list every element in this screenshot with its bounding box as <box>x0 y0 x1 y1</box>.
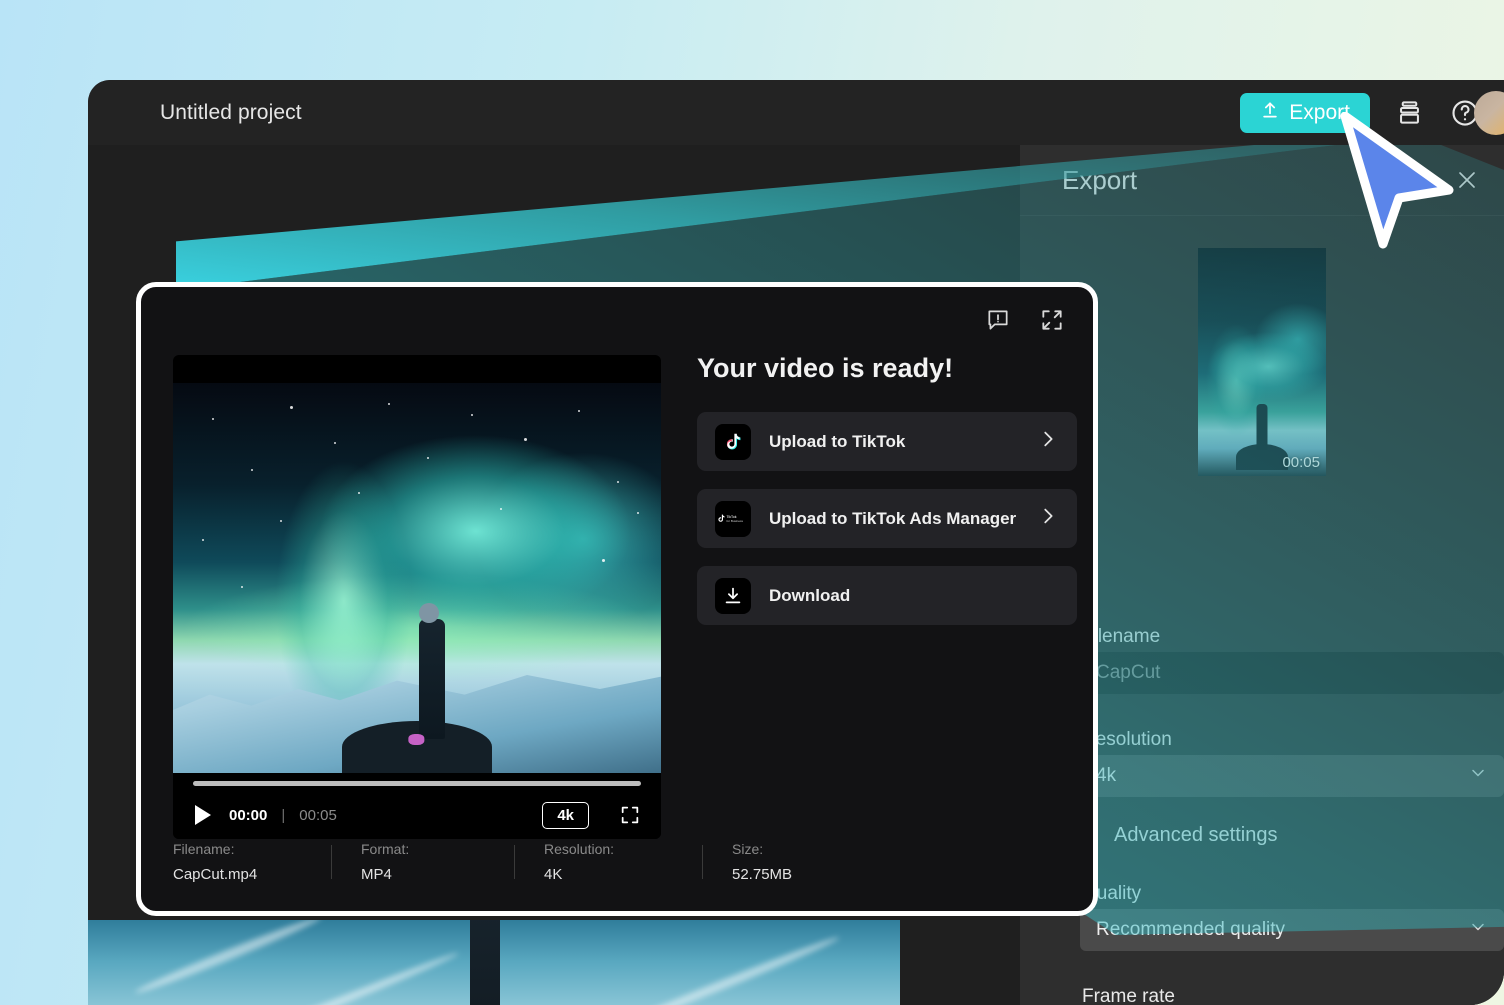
modal-heading: Your video is ready! <box>697 353 1077 384</box>
meta-key: Resolution: <box>544 841 674 857</box>
meta-resolution: Resolution: 4K <box>514 841 702 883</box>
meta-size: Size: 52.75MB <box>702 841 820 883</box>
app-window: Select track to make adjustments Export <box>88 80 1504 1005</box>
modal-top-icons <box>985 307 1065 333</box>
video-player[interactable]: 00:00 | 00:05 4k <box>173 355 661 839</box>
meta-value: 52.75MB <box>732 866 792 883</box>
feedback-icon[interactable] <box>985 307 1011 333</box>
action-label: Download <box>769 586 850 606</box>
video-ready-modal: 00:00 | 00:05 4k Your video is ready! <box>136 282 1098 916</box>
quality-value: Recommended quality <box>1096 919 1285 941</box>
video-frame <box>173 383 661 773</box>
meta-format: Format: MP4 <box>331 841 514 883</box>
upload-icon <box>1260 100 1280 126</box>
tiktok-ads-icon: TikTok for Business <box>715 501 751 537</box>
close-icon[interactable] <box>1450 163 1484 197</box>
svg-text:TikTok: TikTok <box>727 515 737 519</box>
download-icon <box>715 578 751 614</box>
player-controls: 00:00 | 00:05 4k <box>173 773 661 839</box>
meta-filename: Filename: CapCut.mp4 <box>173 841 331 883</box>
thumbnail-person <box>1257 404 1268 450</box>
snow-streak <box>216 950 460 1005</box>
meta-key: Filename: <box>173 841 303 857</box>
collapse-icon[interactable] <box>1039 307 1065 333</box>
export-button-label: Export <box>1289 101 1350 125</box>
meta-key: Size: <box>732 841 792 857</box>
resolution-value: 4k <box>1096 765 1116 787</box>
filename-input[interactable]: CapCut <box>1080 652 1504 694</box>
modal-right-column: Your video is ready! Upload to TikTok <box>697 353 1077 643</box>
chevron-down-icon <box>1468 917 1488 943</box>
export-meta-row: Filename: CapCut.mp4 Format: MP4 Resolut… <box>173 841 1061 883</box>
upload-to-tiktok-ads-manager-button[interactable]: TikTok for Business Upload to TikTok Ads… <box>697 489 1077 548</box>
person-silhouette <box>419 619 445 739</box>
svg-text:for Business: for Business <box>727 519 744 523</box>
meta-value: CapCut.mp4 <box>173 866 303 883</box>
editor-preview-figure <box>470 920 500 1005</box>
time-separator: | <box>281 807 285 824</box>
filename-value: CapCut <box>1096 662 1160 684</box>
advanced-settings-toggle[interactable]: Advanced settings <box>1078 822 1277 848</box>
rock-accent <box>408 734 424 745</box>
chevron-right-icon <box>1037 428 1059 455</box>
export-thumbnail: 00:05 <box>1198 248 1326 476</box>
quality-badge[interactable]: 4k <box>542 802 589 829</box>
export-panel-title: Export <box>1062 145 1137 215</box>
export-panel-header: Export <box>1020 145 1504 216</box>
layout-panels-icon[interactable] <box>1392 96 1426 130</box>
meta-value: MP4 <box>361 866 486 883</box>
page-title: Untitled project <box>160 80 302 145</box>
action-label: Upload to TikTok <box>769 432 905 452</box>
play-icon[interactable] <box>193 804 215 826</box>
titlebar-actions: Export <box>1240 80 1504 145</box>
page-root: Select track to make adjustments Export <box>0 0 1504 1005</box>
action-label: Upload to TikTok Ads Manager <box>769 509 1016 529</box>
framerate-label: Frame rate <box>1082 986 1175 1005</box>
app-titlebar: Untitled project Export <box>88 80 1504 145</box>
foreground-rock <box>342 721 492 773</box>
quality-select[interactable]: Recommended quality <box>1080 909 1504 951</box>
current-time: 00:00 <box>229 807 267 824</box>
resolution-select[interactable]: 4k <box>1080 755 1504 797</box>
advanced-settings-label: Advanced settings <box>1114 824 1277 847</box>
download-button[interactable]: Download <box>697 566 1077 625</box>
upload-to-tiktok-button[interactable]: Upload to TikTok <box>697 412 1077 471</box>
total-time: 00:05 <box>299 807 337 824</box>
snow-streak <box>133 920 322 997</box>
chevron-right-icon <box>1037 505 1059 532</box>
player-control-row: 00:00 | 00:05 4k <box>193 799 641 831</box>
export-thumbnail-image <box>1198 248 1326 476</box>
export-button[interactable]: Export <box>1240 93 1370 133</box>
tiktok-icon <box>715 424 751 460</box>
thumbnail-duration: 00:05 <box>1282 454 1320 471</box>
snow-streak <box>615 933 841 1005</box>
meta-value: 4K <box>544 866 674 883</box>
editor-preview-image <box>88 920 900 1005</box>
progress-bar[interactable] <box>193 781 641 786</box>
chevron-down-icon <box>1468 763 1488 789</box>
fullscreen-icon[interactable] <box>619 804 641 826</box>
meta-key: Format: <box>361 841 486 857</box>
